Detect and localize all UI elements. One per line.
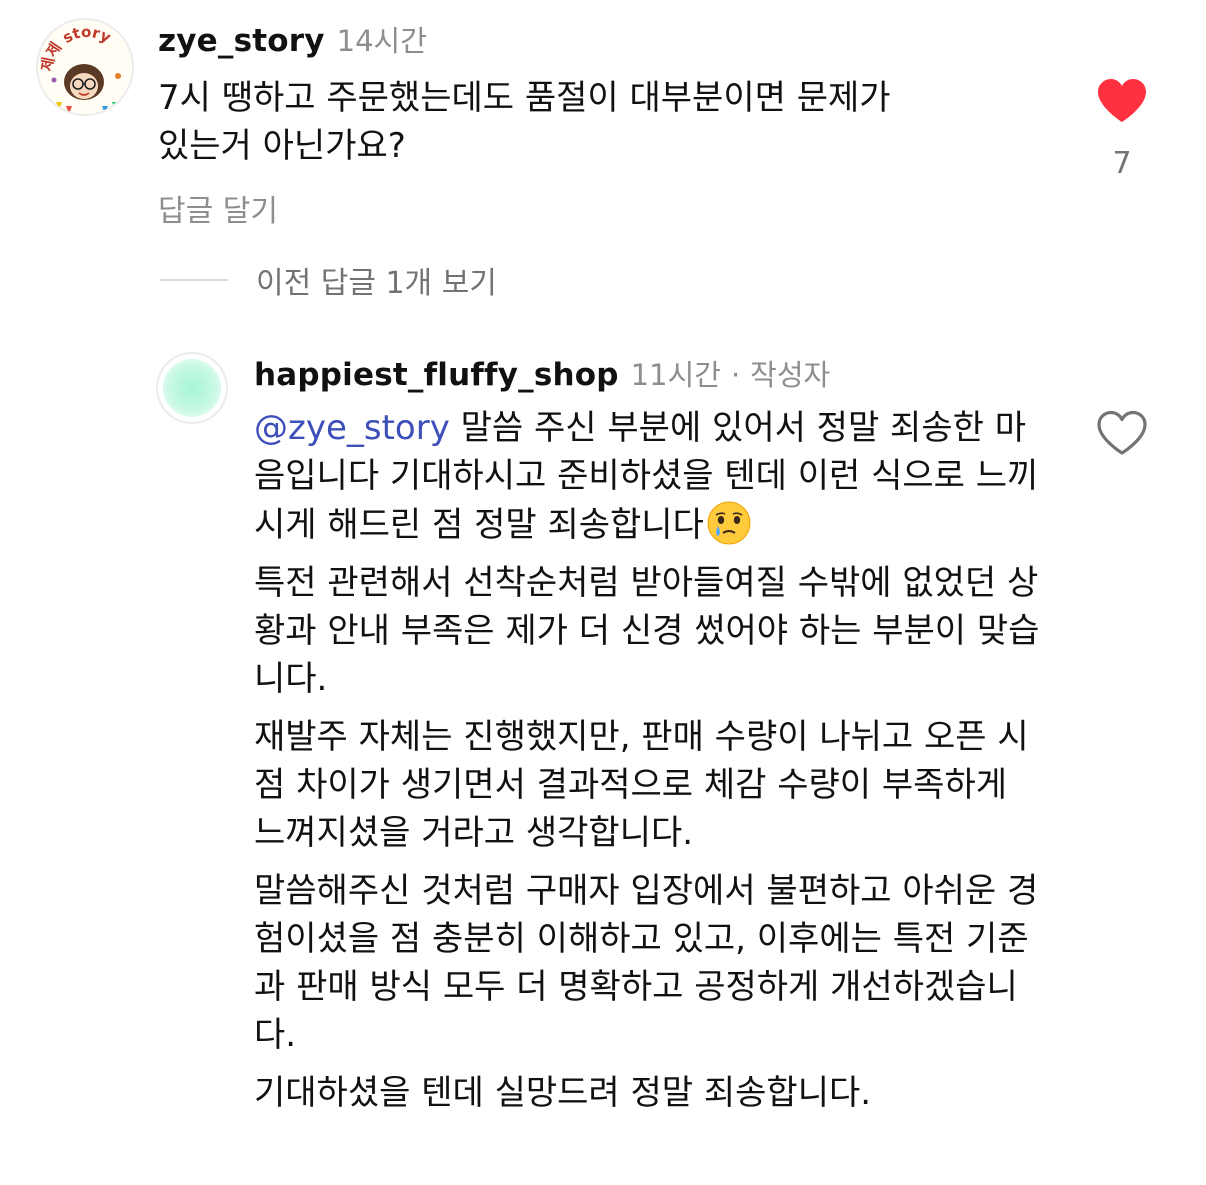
comment-text: 7시 땡하고 주문했는데도 품절이 대부분이면 문제가 있는거 아닌가요? <box>158 74 1058 170</box>
reply-button[interactable]: 답글 달기 <box>158 186 278 230</box>
avatar-illustration: 제제 story <box>38 20 132 114</box>
reply-paragraph: @zye_story 말씀 주신 부분에 있어서 정말 죄송한 마음입니다 기대… <box>254 404 1044 549</box>
timestamp: 11시간 <box>630 358 721 392</box>
heart-filled-icon[interactable] <box>1096 78 1148 124</box>
divider-line <box>160 279 228 281</box>
like-column <box>1092 410 1152 460</box>
like-column: 7 <box>1092 78 1152 181</box>
reply-paragraph: 말씀해주신 것처럼 구매자 입장에서 불편하고 아쉬운 경험이셨을 점 충분히 … <box>254 871 1039 1055</box>
comment-text: @zye_story 말씀 주신 부분에 있어서 정말 죄송한 마음입니다 기대… <box>254 404 1044 1127</box>
mention-link[interactable]: @zye_story <box>254 408 450 448</box>
avatar[interactable]: 제제 story <box>36 18 134 116</box>
avatar-image <box>163 359 221 417</box>
heart-outline-icon[interactable] <box>1096 410 1148 456</box>
comment-header: happiest_fluffy_shop 11시간 · 작성자 <box>254 352 830 396</box>
comment-text-line: 있는거 아닌가요? <box>158 126 406 166</box>
comment: 제제 story zye_story 14시간 7시 땡하고 주문했는데도 품절… <box>0 0 1206 240</box>
reply-paragraph: 기대하셨을 텐데 실망드려 정말 죄송합니다. <box>254 1073 872 1113</box>
reply-paragraph: 특전 관련해서 선착순처럼 받아들여질 수밖에 없었던 상황과 안내 부족은 제… <box>254 563 1040 699</box>
comment-text-line: 7시 땡하고 주문했는데도 품절이 대부분이면 문제가 <box>158 78 891 118</box>
face-holding-back-tears-icon <box>707 501 751 545</box>
reply-comment: happiest_fluffy_shop 11시간 · 작성자 @zye_sto… <box>0 340 1206 1185</box>
view-replies-label: 이전 답글 1개 보기 <box>256 266 497 301</box>
like-count: 7 <box>1112 146 1132 181</box>
separator: · <box>730 358 741 392</box>
username[interactable]: happiest_fluffy_shop <box>254 357 619 393</box>
username[interactable]: zye_story <box>158 23 325 59</box>
author-badge: 작성자 <box>750 358 831 392</box>
avatar[interactable] <box>156 352 228 424</box>
reply-paragraph: 재발주 자체는 진행했지만, 판매 수량이 나뉘고 오픈 시점 차이가 생기면서… <box>254 717 1029 853</box>
comment-header: zye_story 14시간 <box>158 18 427 62</box>
view-replies-button[interactable]: 이전 답글 1개 보기 <box>160 256 497 304</box>
timestamp: 14시간 <box>336 24 427 58</box>
